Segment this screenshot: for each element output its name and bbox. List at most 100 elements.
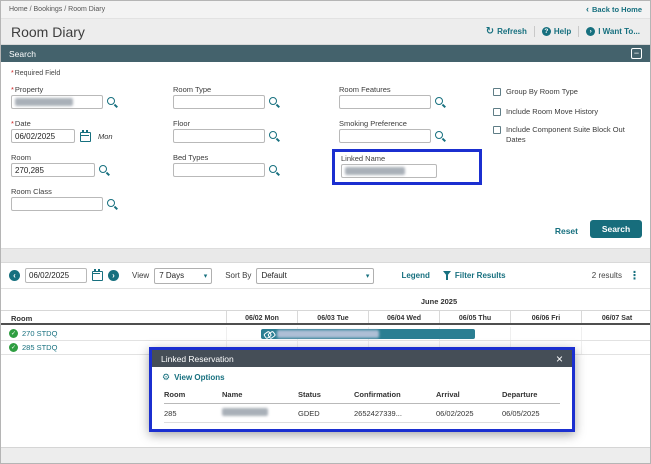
collapse-icon[interactable]: − [631,48,642,59]
smoking-preference-search-icon[interactable] [435,131,447,143]
room-row-label-cell: ✓ 270 STDQ [1,327,226,340]
property-value-redacted [15,98,73,106]
room-features-label: Room Features [339,85,391,94]
breadcrumb[interactable]: Home / Bookings / Room Diary [9,6,105,13]
dialog-title: Linked Reservation [161,353,234,364]
room-features-input[interactable] [339,95,431,109]
room-row-270: ✓ 270 STDQ [1,327,650,341]
room-class-input[interactable] [11,197,103,211]
sort-by-value: Default [261,271,287,280]
smoking-preference-input[interactable] [339,129,431,143]
reservation-guest-redacted [277,330,379,338]
room-type-search-icon[interactable] [269,97,281,109]
view-label: View [132,271,150,280]
required-asterisk: * [11,85,14,94]
col-status: Status [298,390,321,399]
refresh-button[interactable]: ↻ Refresh [486,26,527,37]
divider [578,26,580,37]
dialog-header: Linked Reservation × [152,350,572,367]
diary-date-input[interactable] [25,268,87,283]
property-search-icon[interactable] [107,97,119,109]
back-to-home-label: Back to Home [591,5,642,14]
view-options-link[interactable]: ⚙ View Options [152,367,572,386]
room-link-285[interactable]: 285 STDQ [22,343,57,352]
help-label: Help [553,27,572,36]
view-options-label: View Options [174,373,225,382]
dialog-table: Room Name Status Confirmation Arrival De… [152,386,572,429]
date-calendar-icon[interactable] [80,130,91,142]
required-asterisk: * [11,119,14,128]
bed-types-input[interactable] [173,163,265,177]
cell-departure: 06/05/2025 [502,408,540,418]
room-type-label: Room Type [173,85,212,94]
linked-reservation-bar[interactable] [261,329,475,339]
property-label: *Property [11,85,43,94]
col-room: Room [164,390,186,399]
room-features-search-icon[interactable] [435,97,447,109]
linked-name-label: Linked Name [341,154,386,163]
filter-results-label: Filter Results [454,271,506,280]
property-input[interactable] [11,95,103,109]
col-departure: Departure [502,390,538,399]
chevron-down-icon: ▾ [203,272,208,280]
linked-name-input[interactable] [341,164,437,178]
page-title: Room Diary [11,23,85,40]
sort-by-select[interactable]: Default ▾ [256,267,375,284]
room-status-icon: ✓ [9,329,18,338]
day-column-header: 06/05 Thu [439,311,510,323]
day-column-header: 06/04 Wed [368,311,439,323]
group-by-room-type-label: Group By Room Type [506,87,578,96]
floor-input[interactable] [173,129,265,143]
room-class-label-text: Room Class [11,187,52,196]
legend-link[interactable]: Legend [401,271,429,280]
filter-results-link[interactable]: Filter Results [442,271,506,280]
day-column-header: 06/02 Mon [226,311,297,323]
room-type-input[interactable] [173,95,265,109]
view-select[interactable]: 7 Days ▾ [154,267,213,284]
i-want-to-button[interactable]: › I Want To... [586,27,640,36]
checkbox-icon [493,88,501,96]
title-bar: Room Diary ↻ Refresh ? Help › I Want To.… [1,19,650,45]
date-input[interactable] [11,129,75,143]
room-label-text: Room [11,153,32,162]
group-by-room-type-checkbox[interactable]: Group By Room Type [493,87,578,97]
dialog-table-row: 285 GDED 2652427339... 06/02/2025 06/05/… [164,404,560,423]
include-component-suite-label: Include Component Suite Block Out Dates [506,125,625,144]
room-link-270[interactable]: 270 STDQ [22,329,57,338]
bed-types-label: Bed Types [173,153,209,162]
day-cell [510,327,581,340]
filter-icon [442,271,452,280]
help-button[interactable]: ? Help [541,27,572,36]
required-note-label: Required Field [14,70,61,77]
diary-header-row: Room 06/02 Mon 06/03 Tue 06/04 Wed 06/05… [1,310,650,325]
room-search-icon[interactable] [99,165,111,177]
floor-search-icon[interactable] [269,131,281,143]
breadcrumb-bar: Home / Bookings / Room Diary ‹ Back to H… [1,1,650,19]
date-label: *Date [11,119,31,128]
header-actions: ↻ Refresh ? Help › I Want To... [486,26,640,37]
back-to-home-link[interactable]: ‹ Back to Home [586,5,642,15]
col-arrival: Arrival [436,390,460,399]
close-icon[interactable]: × [556,353,563,365]
include-component-suite-checkbox[interactable]: Include Component Suite Block Out Dates [493,125,639,145]
next-date-button[interactable]: › [108,270,119,281]
diary-calendar-icon[interactable] [92,268,103,281]
day-cell [581,327,650,340]
divider [533,26,535,37]
i-want-to-label: I Want To... [598,27,640,36]
help-icon: ? [541,27,551,36]
cell-confirmation: 2652427339... [354,408,402,418]
bed-types-search-icon[interactable] [269,165,281,177]
previous-date-button[interactable]: ‹ [9,270,20,281]
include-room-move-history-label: Include Room Move History [506,107,599,116]
kebab-menu-icon[interactable]: ⋮ [627,269,642,282]
room-class-search-icon[interactable] [107,199,119,211]
search-panel-header[interactable]: Search − [1,45,650,62]
reset-button[interactable]: Reset [555,226,578,236]
room-input[interactable] [11,163,95,177]
linked-reservation-dialog: Linked Reservation × ⚙ View Options Room… [149,347,575,432]
search-button[interactable]: Search [590,220,642,238]
gear-icon: ⚙ [162,372,171,382]
include-room-move-history-checkbox[interactable]: Include Room Move History [493,107,598,117]
col-confirmation: Confirmation [354,390,401,399]
